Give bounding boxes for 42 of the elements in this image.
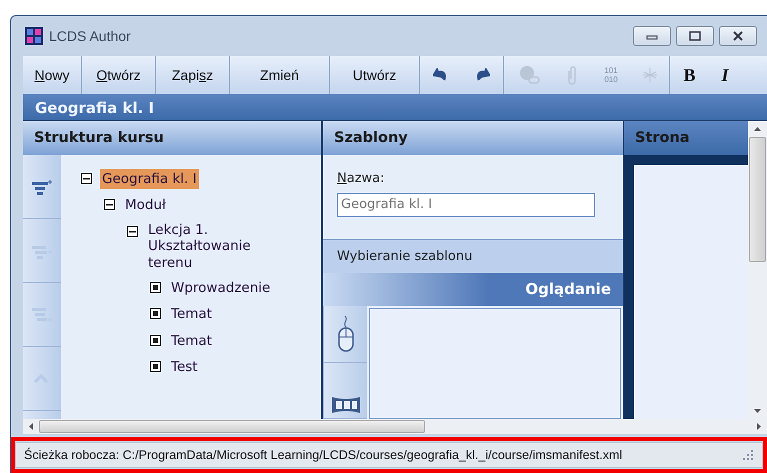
panel-header: Strona — [624, 121, 748, 155]
close-button[interactable] — [719, 26, 757, 46]
panel-header: Struktura kursu — [23, 121, 321, 155]
maximize-icon — [689, 31, 701, 41]
film-icon[interactable] — [330, 394, 360, 416]
panel-header: Szablony — [323, 121, 623, 155]
preview-header: Oglądanie — [323, 273, 623, 306]
leaf-icon[interactable] — [150, 360, 161, 372]
tree-item[interactable]: Temat — [169, 330, 214, 351]
maximize-button[interactable] — [676, 26, 714, 46]
scroll-thumb[interactable] — [749, 137, 766, 262]
section-bar[interactable]: Wybieranie szablonu — [323, 240, 623, 273]
minimize-button[interactable] — [633, 26, 671, 46]
tree-item[interactable]: Temat — [169, 304, 214, 325]
collapse-icon[interactable] — [81, 173, 92, 184]
mouse-icon[interactable] — [336, 314, 354, 353]
paperclip-icon — [567, 65, 577, 85]
course-title: Geografia kl. I — [23, 94, 767, 121]
window-title: LCDS Author — [49, 26, 131, 46]
name-field[interactable]: Geografia kl. I — [337, 192, 595, 216]
undo-icon — [432, 68, 448, 82]
italic-button[interactable]: I — [709, 56, 741, 94]
tree-item[interactable]: Wprowadzenie — [169, 278, 272, 298]
field-label: Nazwa: — [337, 170, 386, 188]
redo-icon — [474, 68, 490, 82]
collapse-icon[interactable] — [127, 226, 138, 236]
leaf-icon[interactable] — [150, 308, 161, 320]
toolbar-button[interactable]: Nowy — [23, 56, 81, 94]
resize-grip-icon[interactable] — [742, 449, 754, 461]
asterisk-icon — [642, 67, 658, 83]
close-icon — [732, 31, 744, 41]
status-text: Ścieżka robocza: C:/ProgramData/Microsoft Learning/LCDS/courses/geografia_kl._i/course/imsmanifest.xml — [24, 446, 624, 464]
tree-item[interactable]: Lekcja 1. Ukształtowanie terenu — [146, 222, 276, 272]
leaf-icon[interactable] — [150, 282, 161, 294]
tree-item[interactable]: Geografia kl. I — [100, 169, 199, 190]
leaf-icon[interactable] — [150, 334, 161, 346]
tree-item[interactable]: Moduł — [123, 195, 168, 216]
app-logo-icon — [25, 27, 43, 45]
collapse-icon[interactable] — [104, 199, 115, 210]
tree-item[interactable]: Test — [169, 356, 200, 378]
link-icon — [518, 65, 540, 85]
scroll-thumb[interactable] — [39, 420, 425, 433]
